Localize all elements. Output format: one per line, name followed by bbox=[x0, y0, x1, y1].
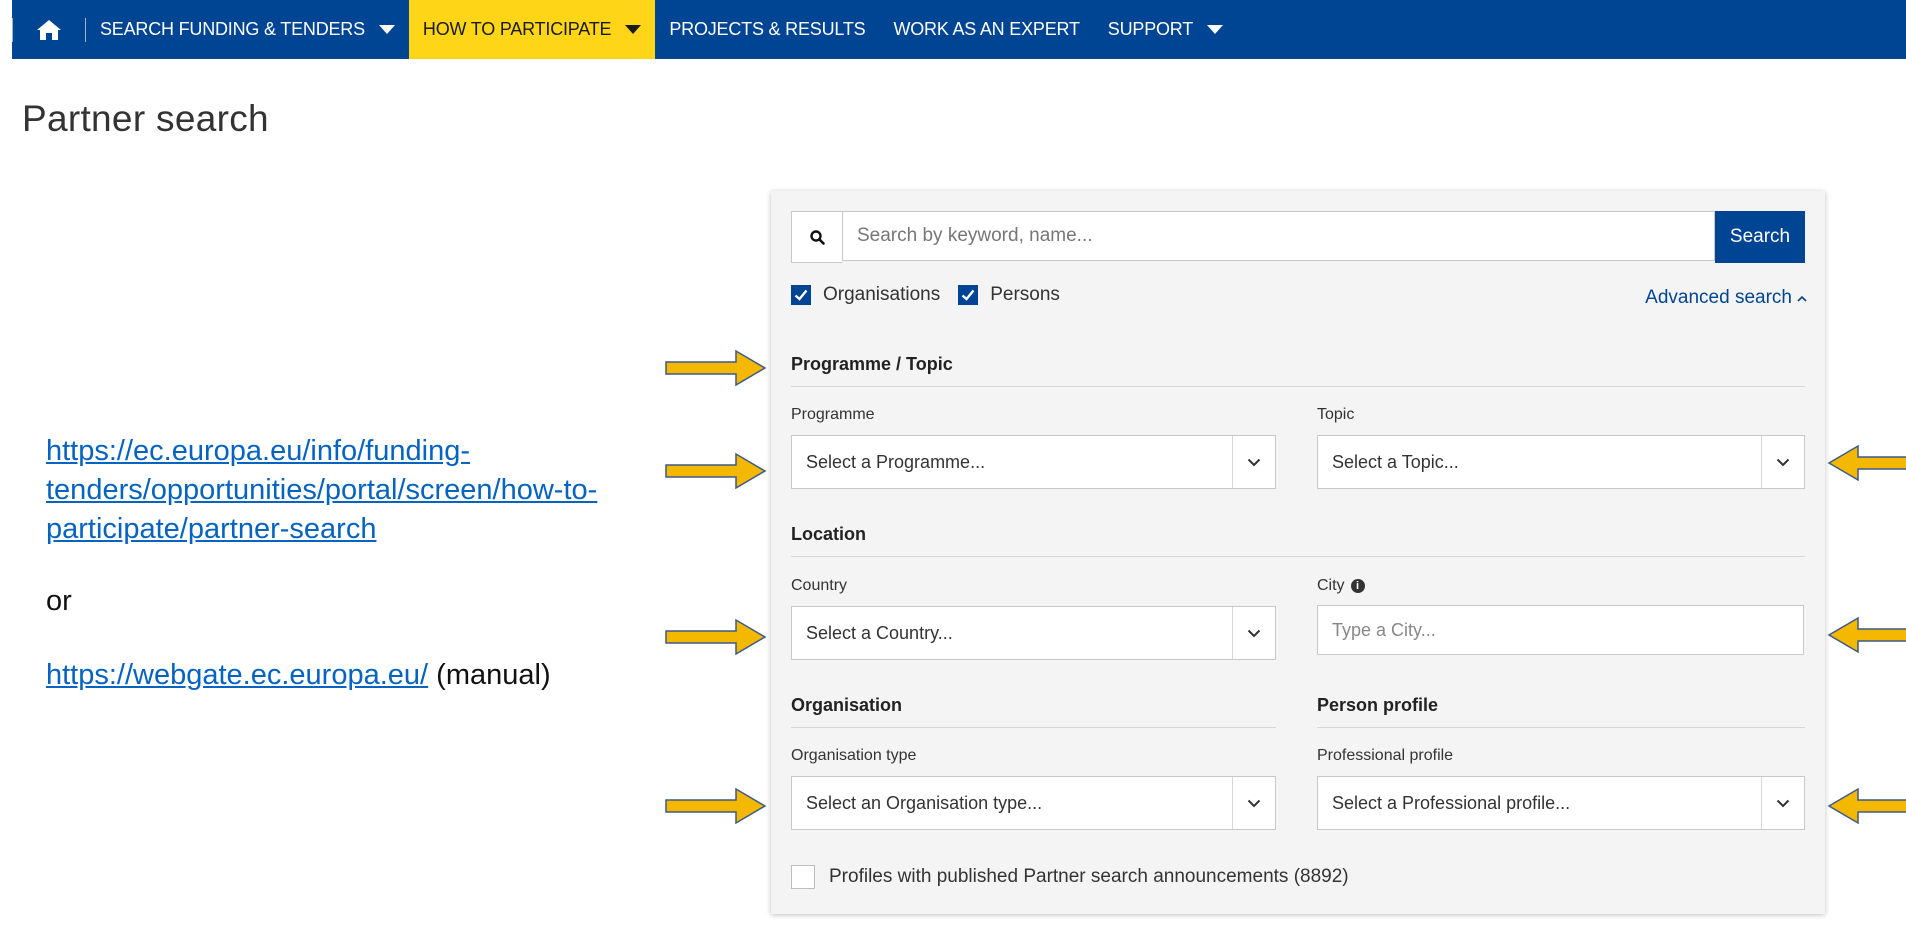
search-icon-box bbox=[791, 211, 842, 263]
topic-select[interactable]: Select a Topic... bbox=[1317, 435, 1805, 489]
arrow-left-icon bbox=[1827, 444, 1906, 482]
programme-label: Programme bbox=[791, 406, 875, 423]
persons-checkbox[interactable] bbox=[958, 285, 979, 305]
advanced-search-toggle[interactable]: Advanced search bbox=[1645, 287, 1807, 309]
persons-label: Persons bbox=[990, 284, 1060, 305]
home-icon bbox=[37, 19, 61, 40]
city-input[interactable] bbox=[1317, 605, 1804, 655]
check-icon bbox=[961, 289, 975, 301]
partner-search-url[interactable]: https://ec.europa.eu/info/funding- tende… bbox=[46, 432, 597, 549]
programme-topic-title: Programme / Topic bbox=[791, 354, 953, 374]
arrow-left-icon bbox=[1827, 616, 1906, 654]
organisation-title: Organisation bbox=[791, 695, 903, 715]
nav-support[interactable]: SUPPORT bbox=[1094, 0, 1237, 59]
programme-select[interactable]: Select a Programme... bbox=[791, 435, 1276, 489]
chevron-down-icon bbox=[1232, 777, 1275, 829]
country-label: Country bbox=[791, 577, 848, 594]
top-navigation: SEARCH FUNDING & TENDERS HOW TO PARTICIP… bbox=[12, 0, 1906, 59]
section-divider bbox=[1317, 727, 1805, 728]
country-select[interactable]: Select a Country... bbox=[791, 606, 1276, 660]
chevron-up-icon bbox=[1797, 295, 1807, 302]
city-label-wrap: City i bbox=[1317, 577, 1365, 595]
section-divider bbox=[791, 727, 1276, 728]
partner-search-link-line3[interactable]: participate/partner-search bbox=[46, 513, 376, 545]
nav-how-to-participate[interactable]: HOW TO PARTICIPATE bbox=[408, 0, 656, 59]
arrow-right-icon bbox=[665, 618, 767, 656]
search-input[interactable] bbox=[842, 211, 1715, 261]
partner-search-link-line1[interactable]: https://ec.europa.eu/info/funding- bbox=[46, 435, 470, 467]
announcements-filter: Profiles with published Partner search a… bbox=[791, 865, 1349, 889]
organisations-checkbox[interactable] bbox=[791, 285, 811, 305]
arrow-left-icon bbox=[1827, 787, 1906, 825]
nav-search-funding[interactable]: SEARCH FUNDING & TENDERS bbox=[86, 0, 409, 59]
organisation-type-select[interactable]: Select an Organisation type... bbox=[791, 776, 1276, 830]
caret-down-icon bbox=[625, 25, 642, 34]
or-text: or bbox=[46, 585, 72, 617]
chevron-down-icon bbox=[1761, 777, 1804, 829]
programme-select-value: Select a Programme... bbox=[806, 451, 986, 472]
announcements-label: Profiles with published Partner search a… bbox=[829, 866, 1349, 887]
search-panel: Search Organisations Persons Advanced se… bbox=[771, 191, 1825, 914]
search-bar: Search bbox=[791, 211, 1805, 263]
professional-profile-select[interactable]: Select a Professional profile... bbox=[1317, 776, 1805, 830]
announcements-checkbox[interactable] bbox=[791, 865, 815, 889]
webgate-suffix: (manual) bbox=[428, 659, 551, 691]
section-divider bbox=[791, 556, 1805, 557]
partner-search-link-line2[interactable]: tenders/opportunities/portal/screen/how-… bbox=[46, 474, 597, 506]
caret-down-icon bbox=[378, 25, 395, 34]
caret-down-icon bbox=[1207, 25, 1224, 34]
nav-label: PROJECTS & RESULTS bbox=[669, 19, 866, 39]
professional-profile-value: Select a Professional profile... bbox=[1332, 792, 1571, 813]
chevron-down-icon bbox=[1761, 436, 1804, 488]
topic-select-value: Select a Topic... bbox=[1332, 451, 1459, 472]
webgate-line: https://webgate.ec.europa.eu/ (manual) bbox=[46, 659, 551, 692]
topic-label: Topic bbox=[1317, 406, 1355, 423]
chevron-down-icon bbox=[1232, 607, 1275, 659]
search-button[interactable]: Search bbox=[1715, 211, 1805, 263]
city-label: City bbox=[1317, 577, 1345, 594]
section-divider bbox=[791, 386, 1805, 387]
country-select-value: Select a Country... bbox=[806, 622, 953, 643]
page-title: Partner search bbox=[22, 98, 269, 139]
nav-projects-results[interactable]: PROJECTS & RESULTS bbox=[655, 0, 879, 59]
arrow-right-icon bbox=[665, 452, 767, 490]
nav-label: SEARCH FUNDING & TENDERS bbox=[100, 19, 365, 39]
organisations-label: Organisations bbox=[823, 284, 941, 305]
type-filters: Organisations Persons bbox=[791, 284, 1078, 306]
nav-work-as-expert[interactable]: WORK AS AN EXPERT bbox=[879, 0, 1093, 59]
nav-label: SUPPORT bbox=[1107, 19, 1194, 39]
check-icon bbox=[794, 289, 808, 301]
person-profile-title: Person profile bbox=[1317, 695, 1439, 715]
arrow-right-icon bbox=[665, 787, 767, 825]
professional-profile-label: Professional profile bbox=[1317, 747, 1454, 764]
location-title: Location bbox=[791, 524, 866, 544]
advanced-search-label: Advanced search bbox=[1645, 287, 1792, 308]
nav-label: WORK AS AN EXPERT bbox=[893, 19, 1080, 39]
search-icon bbox=[809, 229, 825, 245]
organisation-type-value: Select an Organisation type... bbox=[806, 792, 1043, 813]
arrow-right-icon bbox=[665, 349, 767, 387]
organisation-type-label: Organisation type bbox=[791, 747, 917, 764]
chevron-down-icon bbox=[1232, 436, 1275, 488]
home-button[interactable] bbox=[13, 0, 85, 59]
info-icon[interactable]: i bbox=[1350, 579, 1365, 593]
webgate-link[interactable]: https://webgate.ec.europa.eu/ bbox=[46, 659, 428, 691]
nav-label: HOW TO PARTICIPATE bbox=[422, 19, 612, 39]
